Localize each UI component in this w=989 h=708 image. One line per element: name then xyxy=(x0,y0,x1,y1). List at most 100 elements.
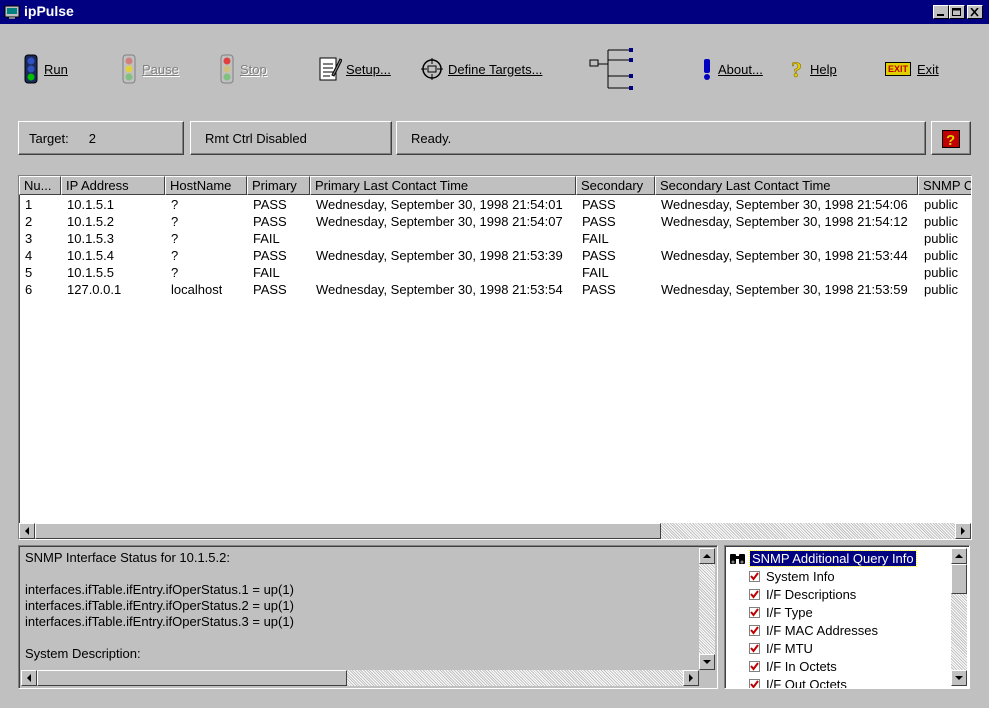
cell-ip-address: 10.1.5.4 xyxy=(67,248,114,263)
tree-item-label: System Info xyxy=(766,568,835,584)
table-row[interactable]: 2 10.1.5.2? PASS Wednesday, September 30, 1… xyxy=(19,213,971,230)
exit-button[interactable]: EXIT Exit xyxy=(885,52,939,86)
arrow-right-icon xyxy=(961,527,965,535)
cell-secondary-last-contact: Wednesday, September 30, 1998 21:53:44 xyxy=(661,248,908,263)
scroll-right-button[interactable] xyxy=(683,670,699,686)
network-tree-icon[interactable] xyxy=(588,46,638,95)
cell-hostname: ? xyxy=(171,197,179,212)
stop-button[interactable]: Stop xyxy=(218,52,267,86)
cell-hostname: localhost xyxy=(171,282,223,297)
help-label: Help xyxy=(810,61,837,77)
define-targets-button[interactable]: Define Targets... xyxy=(420,52,542,86)
about-button[interactable]: About... xyxy=(700,52,763,86)
tree-root[interactable]: SNMP Additional Query Info xyxy=(729,549,917,567)
table-row[interactable]: 6 127.0.0.1 localhost PASS Wednesday, Septem… xyxy=(19,281,971,298)
notepad-pencil-icon xyxy=(319,57,342,81)
cell-secondary: PASS xyxy=(582,282,616,297)
tree-vertical-scrollbar[interactable] xyxy=(951,548,967,686)
checkbox-checked-icon[interactable] xyxy=(749,624,760,636)
scroll-up-button[interactable] xyxy=(951,548,967,564)
table-row[interactable]: 1 10.1.5.1? PASS Wednesday, September 30, 1… xyxy=(19,196,971,213)
checkbox-checked-icon[interactable] xyxy=(749,642,760,654)
checkbox-checked-icon[interactable] xyxy=(749,678,760,688)
help-button[interactable]: ? Help xyxy=(790,52,837,86)
tree-item-label: I/F In Octets xyxy=(766,658,837,674)
tree-item[interactable]: I/F Out Octets xyxy=(749,675,847,689)
column-header-primary-last-contact[interactable]: Primary Last Contact Time xyxy=(310,176,576,195)
cell-secondary-last-contact: Wednesday, September 30, 1998 21:53:59 xyxy=(661,282,908,297)
tree-item-label: I/F Out Octets xyxy=(766,676,847,689)
cell-hostname: ? xyxy=(171,214,179,229)
window-title: ipPulse xyxy=(24,3,74,19)
scroll-right-button[interactable] xyxy=(955,523,971,539)
checkbox-checked-icon[interactable] xyxy=(749,660,760,672)
remote-control-status: Rmt Ctrl Disabled xyxy=(205,130,307,146)
detail-vertical-scrollbar[interactable] xyxy=(699,548,715,670)
column-header-ip-address[interactable]: IP Address xyxy=(61,176,165,195)
tree-root-label: SNMP Additional Query Info xyxy=(749,549,917,567)
targets-table[interactable]: Nu... IP Address HostName Primary Primar… xyxy=(18,175,972,540)
close-button[interactable] xyxy=(967,5,983,19)
table-body: 1 10.1.5.1? PASS Wednesday, September 30, 1… xyxy=(19,196,971,516)
arrow-down-icon xyxy=(955,676,963,680)
context-help-button[interactable]: ? xyxy=(931,121,971,155)
snmp-detail-pane[interactable]: SNMP Interface Status for 10.1.5.2: inter… xyxy=(18,545,718,689)
maximize-button[interactable] xyxy=(949,5,965,19)
about-label: About... xyxy=(718,61,763,77)
column-header-secondary-last-contact[interactable]: Secondary Last Contact Time xyxy=(655,176,918,195)
scroll-left-button[interactable] xyxy=(19,523,35,539)
tree-item[interactable]: I/F Descriptions xyxy=(749,585,856,603)
tree-item[interactable]: System Info xyxy=(749,567,835,585)
run-button[interactable]: Run xyxy=(22,52,68,86)
detail-line: interfaces.ifTable.ifEntry.ifOperStatus.… xyxy=(25,614,294,629)
scroll-thumb[interactable] xyxy=(35,523,661,539)
detail-horizontal-scrollbar[interactable] xyxy=(21,670,699,686)
column-header-secondary[interactable]: Secondary xyxy=(576,176,655,195)
cell-number: 4 xyxy=(25,248,33,263)
target-panel: Target: 2 xyxy=(18,121,184,155)
column-header-number[interactable]: Nu... xyxy=(19,176,61,195)
checkbox-checked-icon[interactable] xyxy=(749,606,760,618)
cell-primary: FAIL xyxy=(253,231,280,246)
title-bar[interactable]: ipPulse xyxy=(0,0,989,24)
tree-item[interactable]: I/F In Octets xyxy=(749,657,837,675)
scroll-thumb[interactable] xyxy=(37,670,347,686)
tree-item[interactable]: I/F MTU xyxy=(749,639,813,657)
checkbox-checked-icon[interactable] xyxy=(749,570,760,582)
table-row[interactable]: 3 10.1.5.3? FAIL FAIL public xyxy=(19,230,971,247)
app-icon[interactable] xyxy=(4,4,20,20)
exclamation-icon xyxy=(704,59,710,80)
ready-panel: Ready. xyxy=(396,121,926,155)
detail-line: interfaces.ifTable.ifEntry.ifOperStatus.… xyxy=(25,582,294,597)
tree-item[interactable]: I/F Type xyxy=(749,603,813,621)
scroll-up-button[interactable] xyxy=(699,548,715,564)
svg-text:?: ? xyxy=(946,132,955,148)
cell-snmp-community: public xyxy=(924,197,958,212)
arrow-up-icon xyxy=(703,554,711,558)
help-book-icon: ? xyxy=(942,130,960,148)
arrow-left-icon xyxy=(25,527,29,535)
scroll-down-button[interactable] xyxy=(951,670,967,686)
cell-primary: PASS xyxy=(253,282,287,297)
checkbox-checked-icon[interactable] xyxy=(749,588,760,600)
pause-button[interactable]: Pause xyxy=(120,52,179,86)
table-row[interactable]: 5 10.1.5.5? FAIL FAIL public xyxy=(19,264,971,281)
scroll-down-button[interactable] xyxy=(699,654,715,670)
list-horizontal-scrollbar[interactable] xyxy=(19,523,971,539)
tree-item[interactable]: I/F MAC Addresses xyxy=(749,621,878,639)
detail-line: System Description: xyxy=(25,646,141,661)
column-header-primary[interactable]: Primary xyxy=(247,176,310,195)
minimize-button[interactable] xyxy=(933,5,949,19)
table-row[interactable]: 4 10.1.5.4? PASS Wednesday, September 30, 1… xyxy=(19,247,971,264)
cell-number: 1 xyxy=(25,197,33,212)
column-header-snmp[interactable]: SNMP C xyxy=(918,176,971,195)
cell-secondary: PASS xyxy=(582,197,616,212)
snmp-query-tree[interactable]: SNMP Additional Query Info System Info I/… xyxy=(724,545,970,689)
detail-line: SNMP Interface Status for 10.1.5.2: xyxy=(25,550,230,565)
cell-number: 3 xyxy=(25,231,33,246)
cell-primary-last-contact: Wednesday, September 30, 1998 21:54:01 xyxy=(316,197,563,212)
column-header-hostname[interactable]: HostName xyxy=(165,176,247,195)
setup-button[interactable]: Setup... xyxy=(318,52,391,86)
scroll-thumb[interactable] xyxy=(951,564,967,594)
scroll-left-button[interactable] xyxy=(21,670,37,686)
